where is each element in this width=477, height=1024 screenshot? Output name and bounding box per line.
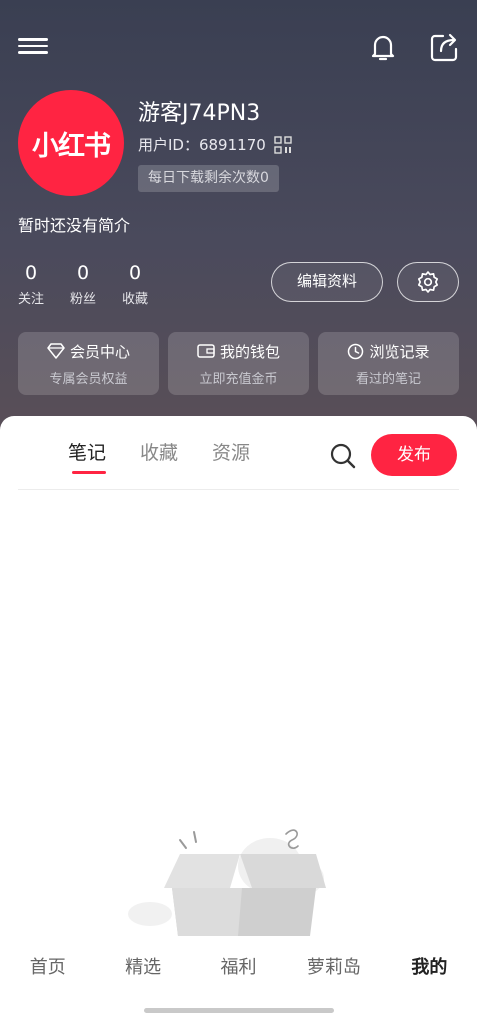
card-title-text: 会员中心	[69, 342, 130, 361]
stat-followers[interactable]: 0 粉丝	[70, 262, 96, 307]
card-title: 会员中心	[47, 341, 130, 362]
stat-label: 收藏	[122, 292, 149, 307]
stat-number: 0	[76, 262, 90, 284]
search-icon[interactable]	[329, 442, 357, 470]
menu-icon[interactable]	[18, 34, 48, 60]
tabs-divider	[18, 489, 459, 490]
qr-code-icon[interactable]	[274, 135, 292, 154]
stat-label: 粉丝	[70, 292, 97, 307]
stat-number: 0	[128, 262, 142, 284]
quick-cards: 会员中心 专属会员权益 我的钱包 立即充值金币 浏览记录 看过的笔记	[18, 332, 459, 395]
card-title: 浏览记录	[347, 341, 430, 362]
content-panel: 笔记 收藏 资源 发布	[0, 416, 477, 1024]
card-subtitle: 立即充值金币	[199, 371, 278, 387]
card-browse-history[interactable]: 浏览记录 看过的笔记	[318, 332, 459, 395]
nav-item-island[interactable]: 萝莉岛	[286, 940, 381, 996]
download-remaining-badge: 每日下载剩余次数0	[138, 165, 279, 192]
gear-icon	[417, 271, 439, 293]
edit-profile-button[interactable]: 编辑资料	[271, 262, 383, 302]
tab-label: 笔记	[68, 442, 107, 464]
bell-icon[interactable]	[366, 30, 400, 64]
tab-label: 资源	[212, 442, 251, 464]
nav-item-home[interactable]: 首页	[0, 940, 95, 996]
tab-resources[interactable]: 资源	[212, 438, 250, 465]
nav-item-me[interactable]: 我的	[382, 940, 477, 996]
card-title-text: 浏览记录	[369, 342, 430, 361]
avatar[interactable]: 小红书	[18, 90, 124, 196]
card-subtitle: 专属会员权益	[49, 371, 128, 387]
tab-collections[interactable]: 收藏	[140, 438, 178, 465]
user-id-row: 用户ID：6891170	[138, 134, 292, 155]
stat-collections[interactable]: 0 收藏	[122, 262, 148, 307]
wallet-icon	[197, 344, 215, 358]
tab-notes[interactable]: 笔记	[68, 438, 107, 474]
card-subtitle: 看过的笔记	[355, 371, 421, 387]
content-tabs: 笔记 收藏 资源	[68, 438, 250, 474]
card-membership-center[interactable]: 会员中心 专属会员权益	[18, 332, 159, 395]
tab-label: 收藏	[140, 442, 179, 464]
bottom-nav: 首页 精选 福利 萝莉岛 我的	[0, 940, 477, 996]
clock-icon	[348, 343, 364, 359]
user-id: 用户ID：6891170	[138, 136, 266, 154]
stat-following[interactable]: 0 关注	[18, 262, 44, 307]
settings-button[interactable]	[397, 262, 459, 302]
empty-box-illustration	[128, 829, 326, 936]
active-tab-indicator	[72, 471, 106, 474]
avatar-logo-text: 小红书	[32, 130, 111, 162]
share-icon[interactable]	[427, 30, 461, 64]
diamond-icon	[47, 343, 65, 359]
nav-item-benefits[interactable]: 福利	[191, 940, 286, 996]
stats-row: 0 关注 0 粉丝 0 收藏	[18, 262, 148, 307]
stat-label: 关注	[18, 292, 45, 307]
username: 游客J74PN3	[138, 101, 261, 126]
stat-number: 0	[24, 262, 38, 284]
card-my-wallet[interactable]: 我的钱包 立即充值金币	[168, 332, 309, 395]
top-bar	[0, 28, 477, 68]
card-title: 我的钱包	[197, 341, 280, 362]
publish-button[interactable]: 发布	[371, 434, 457, 476]
bio-text[interactable]: 暂时还没有简介	[18, 212, 130, 236]
nav-item-featured[interactable]: 精选	[95, 940, 190, 996]
card-title-text: 我的钱包	[219, 342, 280, 361]
home-indicator[interactable]	[144, 1008, 334, 1013]
